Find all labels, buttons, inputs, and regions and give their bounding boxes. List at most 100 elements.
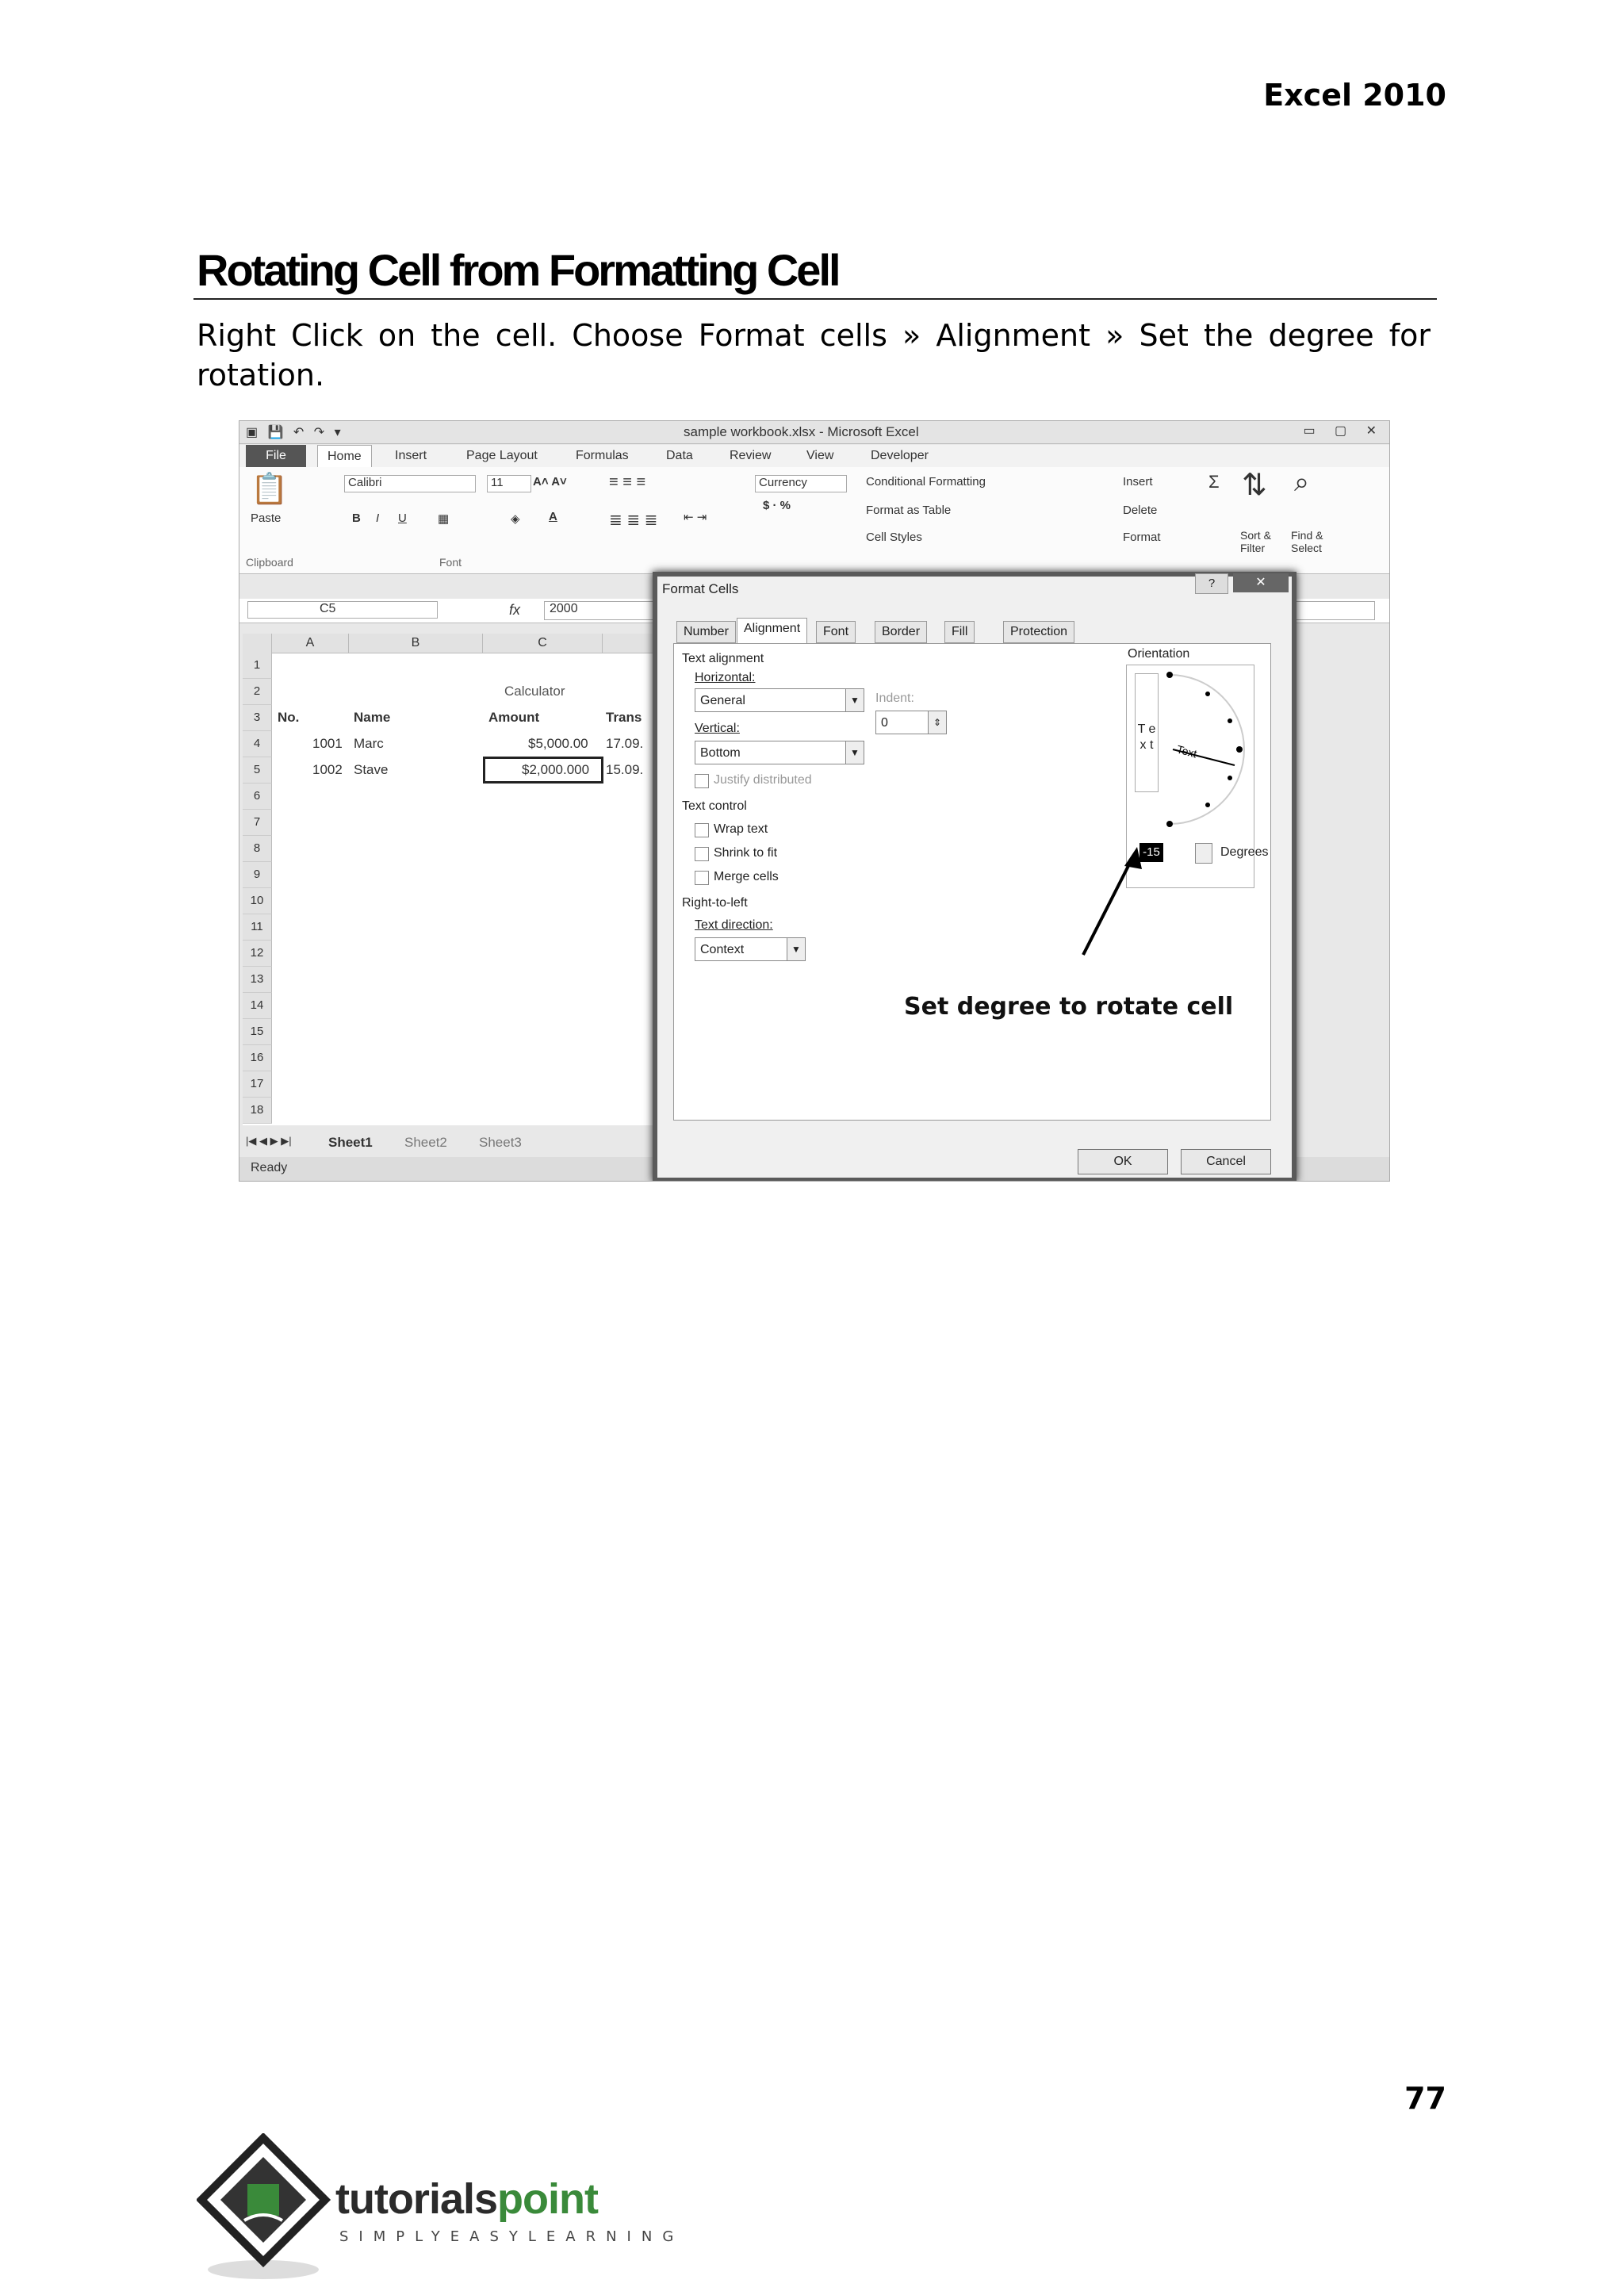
- cell-c4[interactable]: $5,000.00: [528, 731, 588, 757]
- paste-button[interactable]: Paste: [251, 511, 281, 525]
- cell-c3[interactable]: Amount: [488, 705, 539, 730]
- paste-icon[interactable]: 📋: [251, 472, 288, 507]
- annotation-arrow: [1082, 847, 1142, 956]
- title-rule: [193, 298, 1437, 300]
- quick-access-icons: ▣ 💾 ↶ ↷ ▾: [246, 426, 344, 439]
- row-header-17[interactable]: 17: [243, 1071, 272, 1098]
- tab-home[interactable]: Home: [317, 445, 372, 468]
- col-header-c[interactable]: C: [483, 634, 603, 653]
- cell-b4[interactable]: Marc: [354, 731, 384, 757]
- delete-cells-button[interactable]: Delete: [1123, 504, 1157, 517]
- logo-diamond-icon: [197, 2133, 331, 2279]
- insert-cells-button[interactable]: Insert: [1123, 475, 1153, 489]
- row-header-12[interactable]: 12: [243, 941, 272, 967]
- cell-b3[interactable]: Name: [354, 705, 390, 730]
- tab-data[interactable]: Data: [666, 449, 693, 463]
- align-left-icon[interactable]: ≣ ≣ ≣: [609, 510, 657, 530]
- close-icon[interactable]: ✕: [1233, 573, 1289, 592]
- logo-wordmark: tutorialspoint: [335, 2174, 599, 2224]
- font-color-icon[interactable]: A: [549, 510, 557, 523]
- logo-word-point: point: [497, 2175, 599, 2223]
- number-format-box[interactable]: Currency: [755, 475, 847, 492]
- border-icon[interactable]: ▦: [438, 511, 449, 526]
- sheet-nav-icons[interactable]: |◀ ◀ ▶ ▶|: [246, 1135, 292, 1148]
- underline-icon[interactable]: U: [398, 511, 407, 525]
- col-header-a[interactable]: A: [272, 634, 349, 653]
- autosum-icon[interactable]: Σ: [1208, 472, 1220, 492]
- cancel-button[interactable]: Cancel: [1181, 1149, 1271, 1174]
- tab-insert[interactable]: Insert: [395, 449, 427, 463]
- row-header-18[interactable]: 18: [243, 1098, 272, 1124]
- row-header-14[interactable]: 14: [243, 993, 272, 1019]
- row-header-11[interactable]: 11: [243, 914, 272, 941]
- name-box[interactable]: C5: [247, 601, 438, 619]
- cell-b5[interactable]: Stave: [354, 757, 388, 783]
- row-header-16[interactable]: 16: [243, 1045, 272, 1071]
- logo-tagline: SIMPLYEASYLEARNING: [339, 2228, 684, 2245]
- fill-color-icon[interactable]: ◈: [511, 511, 520, 526]
- bold-icon[interactable]: B: [352, 511, 361, 525]
- row-header-6[interactable]: 6: [243, 784, 272, 810]
- cell-d5[interactable]: 15.09.: [606, 757, 643, 783]
- worksheet-grid[interactable]: A B C 1 2 3 4 5 6 7 8 9 10 11 12 13 14 1…: [243, 634, 672, 1125]
- tab-formulas[interactable]: Formulas: [576, 449, 629, 463]
- align-top-icon[interactable]: ≡ ≡ ≡: [609, 473, 645, 492]
- sheet-tab-1[interactable]: Sheet1: [328, 1135, 373, 1151]
- help-icon[interactable]: ?: [1195, 573, 1228, 594]
- row-header-9[interactable]: 9: [243, 862, 272, 888]
- row-header-1[interactable]: 1: [243, 653, 272, 679]
- row-header-3[interactable]: 3: [243, 705, 272, 731]
- sort-icon[interactable]: ⇅: [1242, 467, 1267, 503]
- currency-icon[interactable]: $ · %: [763, 499, 791, 512]
- cell-a5[interactable]: 1002: [312, 757, 343, 783]
- annotation-text: Set degree to rotate cell: [904, 993, 1234, 1021]
- row-header-13[interactable]: 13: [243, 967, 272, 993]
- tab-view[interactable]: View: [806, 449, 833, 463]
- find-select-button[interactable]: Find & Select: [1291, 529, 1335, 554]
- row-header-7[interactable]: 7: [243, 810, 272, 836]
- ok-button[interactable]: OK: [1078, 1149, 1168, 1174]
- tab-file[interactable]: File: [246, 445, 306, 467]
- cell-d3[interactable]: Trans: [606, 705, 642, 730]
- tab-developer[interactable]: Developer: [871, 449, 929, 463]
- row-header-15[interactable]: 15: [243, 1019, 272, 1045]
- indent-icon[interactable]: ⇤ ⇥: [684, 510, 707, 524]
- cell-a3[interactable]: No.: [278, 705, 299, 730]
- tab-review[interactable]: Review: [730, 449, 771, 463]
- row-header-4[interactable]: 4: [243, 731, 272, 757]
- tab-alignment[interactable]: Alignment: [737, 618, 808, 644]
- format-as-table-button[interactable]: Format as Table: [866, 504, 951, 517]
- tab-border[interactable]: Border: [875, 621, 928, 643]
- font-size-box[interactable]: 11: [487, 475, 531, 492]
- row-header-2[interactable]: 2: [243, 679, 272, 705]
- cell-styles-button[interactable]: Cell Styles: [866, 531, 922, 544]
- font-name-box[interactable]: Calibri: [344, 475, 476, 492]
- book-header: Excel 2010: [1263, 78, 1446, 113]
- tutorialspoint-logo: tutorialspoint SIMPLYEASYLEARNING: [197, 2133, 673, 2284]
- page-number: 77: [1404, 2081, 1446, 2116]
- sort-filter-button[interactable]: Sort & Filter: [1240, 529, 1285, 554]
- tab-page-layout[interactable]: Page Layout: [466, 449, 538, 463]
- cell-d4[interactable]: 17.09.: [606, 731, 643, 757]
- instruction-text: Right Click on the cell. Choose Format c…: [197, 318, 1431, 393]
- excel-titlebar: ▣ 💾 ↶ ↷ ▾ sample workbook.xlsx - Microso…: [239, 421, 1389, 444]
- fx-icon[interactable]: fx: [509, 602, 520, 619]
- tab-fill[interactable]: Fill: [944, 621, 975, 643]
- sheet-tab-3[interactable]: Sheet3: [479, 1135, 522, 1151]
- row-header-8[interactable]: 8: [243, 836, 272, 862]
- tab-number[interactable]: Number: [676, 621, 736, 643]
- find-icon[interactable]: ⌕: [1294, 467, 1309, 498]
- tab-font[interactable]: Font: [816, 621, 856, 643]
- row-header-5[interactable]: 5: [243, 757, 272, 784]
- row-header-10[interactable]: 10: [243, 888, 272, 914]
- conditional-formatting-button[interactable]: Conditional Formatting: [866, 475, 986, 489]
- format-cells-button[interactable]: Format: [1123, 531, 1161, 544]
- cell-a4[interactable]: 1001: [312, 731, 343, 757]
- select-all-corner[interactable]: [243, 634, 272, 653]
- sheet-tab-2[interactable]: Sheet2: [404, 1135, 447, 1151]
- font-grow-icon[interactable]: A˄ A˅: [533, 475, 567, 489]
- italic-icon[interactable]: I: [376, 511, 379, 525]
- col-header-b[interactable]: B: [349, 634, 483, 653]
- tab-protection[interactable]: Protection: [1003, 621, 1075, 643]
- cell-c2[interactable]: Calculator: [504, 679, 565, 704]
